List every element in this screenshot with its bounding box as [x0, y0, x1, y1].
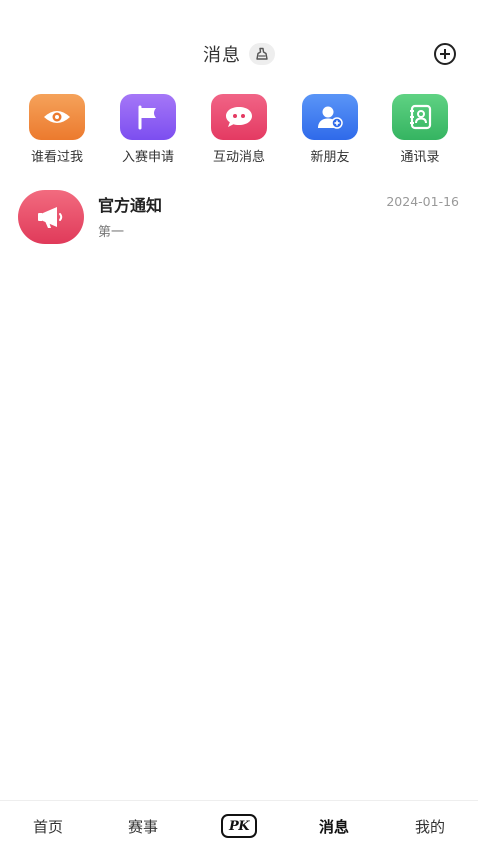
- plus-circle-icon: [434, 43, 456, 65]
- tab-label: 我的: [414, 817, 445, 836]
- tab-pk[interactable]: PK: [191, 801, 287, 851]
- tab-messages[interactable]: 消息: [286, 801, 382, 851]
- chat-bubble-icon: [226, 107, 252, 127]
- megaphone-icon: [38, 207, 63, 228]
- shortcut-label: 互动消息: [212, 150, 265, 165]
- title-wrap: 消息: [0, 40, 478, 68]
- shortcut-who-viewed-me[interactable]: 谁看过我: [17, 94, 97, 165]
- page-title: 消息: [203, 45, 241, 66]
- shortcut-label: 谁看过我: [30, 150, 83, 165]
- header: 消息: [0, 0, 478, 90]
- shortcut-tile: [302, 94, 358, 140]
- list-item-official-notice[interactable]: 官方通知 第一 2024-01-16: [0, 186, 478, 248]
- tab-label: 赛事: [127, 817, 158, 836]
- message-title: 官方通知: [98, 196, 163, 215]
- shortcut-entry-application[interactable]: 入赛申请: [108, 94, 188, 165]
- tab-events[interactable]: 赛事: [95, 801, 191, 851]
- flag-icon: [138, 105, 156, 130]
- broom-icon: [256, 47, 268, 60]
- tab-home[interactable]: 首页: [0, 801, 96, 851]
- shortcut-tile: [392, 94, 448, 140]
- avatar: [18, 190, 84, 244]
- shortcut-interactions[interactable]: 互动消息: [199, 94, 279, 165]
- tab-label: 首页: [32, 817, 63, 836]
- shortcut-contacts[interactable]: 通讯录: [380, 94, 460, 165]
- shortcut-new-friends[interactable]: 新朋友: [290, 94, 370, 165]
- shortcut-label: 通讯录: [400, 150, 440, 165]
- contact-book-icon: [410, 104, 432, 130]
- bottom-tab-bar: 首页 赛事 PK 消息 我的: [0, 800, 478, 850]
- shortcut-tile: [29, 94, 85, 140]
- user-add-icon: [318, 106, 343, 129]
- message-preview: 第一: [98, 225, 125, 240]
- shortcut-tile: [211, 94, 267, 140]
- message-time: 2024-01-16: [386, 194, 459, 209]
- shortcut-label: 入赛申请: [121, 150, 174, 165]
- shortcut-label: 新朋友: [310, 150, 350, 165]
- add-button[interactable]: [433, 42, 457, 66]
- eye-icon: [44, 111, 70, 123]
- shortcut-tile: [120, 94, 176, 140]
- shortcut-row: 谁看过我 入赛申请 互动消息 新朋友 通讯录: [0, 94, 478, 165]
- tab-me[interactable]: 我的: [382, 801, 478, 851]
- clear-unread-button[interactable]: [249, 43, 275, 65]
- tab-label: 消息: [318, 817, 349, 836]
- pk-icon: PK: [221, 814, 257, 838]
